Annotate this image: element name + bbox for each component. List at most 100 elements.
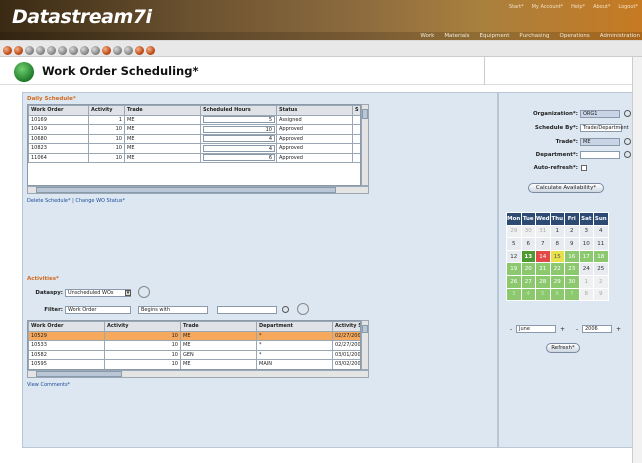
table-row[interactable]: 10533 10 ME * 02/27/200 — [28, 340, 360, 351]
email-icon[interactable] — [58, 46, 67, 55]
col-trade[interactable]: Trade — [180, 321, 257, 332]
table-row[interactable]: 11064 10 ME 6 Approved — [28, 152, 360, 163]
table-row[interactable]: 10823 10 ME 4 Approved — [28, 143, 360, 154]
table-row[interactable]: 10582 10 GEN * 03/01/200 — [28, 349, 360, 360]
calendar-day[interactable]: 9 — [564, 237, 580, 251]
calendar-day[interactable]: 8 — [549, 237, 566, 251]
copy-record-icon[interactable] — [25, 46, 34, 55]
calendar-day[interactable]: 6 — [520, 237, 536, 251]
calendar-day[interactable]: 29 — [506, 224, 522, 239]
search-icon[interactable] — [282, 306, 289, 313]
calendar-day[interactable]: 27 — [520, 274, 536, 289]
chevron-down-icon[interactable]: ▾ — [125, 290, 131, 296]
previous-record-icon[interactable] — [80, 46, 89, 55]
delete-record-icon[interactable] — [36, 46, 45, 55]
filter-operator-select[interactable]: Begins with — [138, 306, 208, 314]
favorites-icon[interactable] — [135, 46, 144, 55]
calendar-day[interactable]: 4 — [593, 224, 609, 239]
search-icon[interactable] — [624, 151, 631, 158]
calendar-day[interactable]: 8 — [578, 287, 595, 302]
calendar-day[interactable]: 24 — [578, 262, 595, 276]
calendar-day[interactable]: 4 — [520, 287, 536, 302]
nav-equipment[interactable]: Equipment — [480, 33, 510, 39]
calendar-day[interactable]: 31 — [535, 224, 551, 239]
col-scheduled-hours[interactable]: Scheduled Hours — [200, 105, 277, 116]
calendar-day[interactable]: 13 — [520, 249, 536, 264]
table-row[interactable]: 10680 10 ME 4 Approved — [28, 133, 360, 144]
col-activity[interactable]: Activity — [88, 105, 125, 116]
hours-input[interactable]: 4 — [203, 144, 275, 152]
trade-field[interactable]: ME — [580, 138, 620, 146]
last-record-icon[interactable] — [102, 46, 111, 55]
hours-input[interactable]: 6 — [203, 154, 275, 162]
nav-materials[interactable]: Materials — [444, 33, 469, 39]
table-row[interactable]: 10419 10 ME 10 Approved — [28, 124, 360, 135]
calendar-day[interactable]: 2 — [564, 224, 580, 239]
about-link[interactable]: About* — [593, 4, 610, 10]
logout-link[interactable]: Logout* — [618, 4, 638, 10]
calendar-day[interactable]: 29 — [549, 274, 566, 289]
calendar-day[interactable]: 5 — [535, 287, 551, 302]
calendar-day[interactable]: 28 — [535, 274, 551, 289]
tools-icon[interactable] — [124, 46, 133, 55]
month-next[interactable]: + — [560, 326, 565, 333]
auto-refresh-checkbox[interactable] — [581, 165, 587, 171]
nav-administration[interactable]: Administration — [600, 33, 640, 39]
calendar-day[interactable]: 18 — [593, 249, 609, 264]
calendar-day[interactable]: 16 — [564, 249, 580, 264]
my-account-link[interactable]: My Account* — [532, 4, 564, 10]
col-department[interactable]: Department — [256, 321, 333, 332]
calendar-day[interactable]: 5 — [506, 237, 522, 251]
hours-input[interactable]: 4 — [203, 135, 275, 143]
col-trade[interactable]: Trade — [124, 105, 201, 116]
delete-change-links[interactable]: Delete Schedule* | Change WO Status* — [27, 198, 125, 204]
nav-purchasing[interactable]: Purchasing — [519, 33, 549, 39]
calendar-day[interactable]: 1 — [549, 224, 566, 239]
table-row[interactable]: 10595 10 ME MAIN 03/02/200 — [28, 359, 360, 369]
scroll-thumb[interactable] — [36, 187, 336, 193]
calendar-day[interactable]: 9 — [593, 287, 609, 302]
calendar-day[interactable]: 7 — [564, 287, 580, 302]
filter-field-select[interactable]: Work Order — [65, 306, 131, 314]
filter-value-input[interactable] — [217, 306, 277, 314]
calendar-day[interactable]: 15 — [549, 249, 566, 264]
calendar-day[interactable]: 23 — [564, 262, 580, 276]
schedule-by-select[interactable]: Trade/Department — [580, 124, 629, 132]
calendar-day[interactable]: 6 — [549, 287, 566, 302]
start-link[interactable]: Start* — [509, 4, 524, 10]
scroll-thumb[interactable] — [362, 325, 368, 333]
calendar-day[interactable]: 17 — [578, 249, 595, 264]
col-work-order[interactable]: Work Order — [28, 105, 89, 116]
edit-dataspy-icon[interactable] — [138, 286, 150, 298]
screen-help-icon[interactable] — [146, 46, 155, 55]
activities-vertical-scrollbar[interactable] — [361, 320, 369, 370]
year-next[interactable]: + — [616, 326, 621, 333]
calendar-day[interactable]: 22 — [549, 262, 566, 276]
calendar-day[interactable]: 30 — [520, 224, 536, 239]
month-prev[interactable]: - — [510, 326, 512, 333]
organization-field[interactable]: ORG1 — [580, 110, 620, 118]
nav-operations[interactable]: Operations — [560, 33, 590, 39]
print-icon[interactable] — [47, 46, 56, 55]
scroll-thumb[interactable] — [36, 371, 122, 377]
col-activity[interactable]: Activity — [104, 321, 181, 332]
scroll-thumb[interactable] — [362, 109, 368, 119]
calendar-day[interactable]: 12 — [506, 249, 522, 264]
col-status[interactable]: Status — [276, 105, 353, 116]
col-s[interactable]: S — [352, 105, 360, 116]
first-record-icon[interactable] — [69, 46, 78, 55]
new-record-icon[interactable] — [3, 46, 12, 55]
calendar-day[interactable]: 26 — [506, 274, 522, 289]
calendar-day[interactable]: 25 — [593, 262, 609, 276]
daily-vertical-scrollbar[interactable] — [361, 104, 369, 186]
activities-horizontal-scrollbar[interactable] — [27, 370, 369, 378]
year-prev[interactable]: - — [576, 326, 578, 333]
hours-input[interactable]: 5 — [203, 116, 275, 124]
refresh-record-icon[interactable] — [113, 46, 122, 55]
dataspy-select[interactable]: Unscheduled WOs — [65, 289, 131, 297]
department-field[interactable] — [580, 151, 620, 159]
col-activity-start[interactable]: Activity S — [332, 321, 360, 332]
table-row[interactable]: 10169 1 ME 5 Assigned — [28, 114, 360, 125]
run-filter-icon[interactable] — [297, 303, 309, 315]
search-icon[interactable] — [624, 110, 631, 117]
